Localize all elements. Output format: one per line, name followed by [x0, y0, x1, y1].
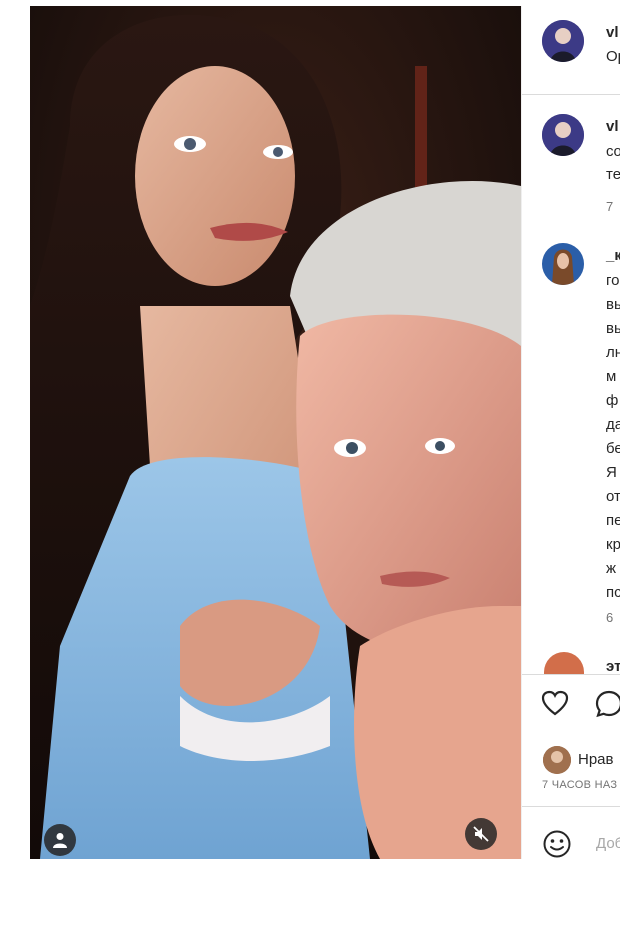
comment-text-line: да [606, 416, 620, 433]
comment-input[interactable]: Доб [596, 835, 620, 853]
comment-avatar[interactable] [542, 114, 584, 156]
comment-text-line: от [606, 488, 620, 505]
comment-text-line: пе [606, 512, 620, 529]
header-divider [522, 94, 620, 95]
comment-text-line: бе [606, 440, 620, 457]
avatar-image [543, 746, 571, 774]
comment-button[interactable] [595, 690, 620, 723]
comments-panel: vl Op vl co те 7 _к го вь вь лн м ф да б… [521, 6, 620, 859]
comment-text-line: те [606, 166, 620, 183]
comment-text-line: Я [606, 464, 617, 481]
comment-username[interactable]: _к [606, 247, 620, 265]
comment-avatar[interactable] [544, 652, 584, 674]
likes-text[interactable]: Нрав [578, 751, 614, 769]
avatar-image [542, 114, 584, 156]
comment-text-line: ф [606, 392, 619, 409]
photo-illustration [30, 6, 521, 859]
comment-text-line: вь [606, 320, 620, 337]
muted-speaker-icon [473, 826, 489, 842]
like-button[interactable] [541, 690, 569, 721]
comment-meta: 7 [606, 199, 614, 214]
comment-meta: 6 [606, 610, 614, 625]
comment-text-line: пс [606, 584, 620, 601]
smile-icon [543, 830, 571, 858]
comment-username[interactable]: vl [606, 118, 619, 136]
author-avatar[interactable] [542, 20, 584, 62]
comment-text-line: вь [606, 296, 620, 313]
post-timestamp[interactable]: 7 ЧАСОВ НАЗ [542, 776, 617, 794]
comment-text-line: м [606, 368, 617, 385]
comment-icon [595, 690, 620, 718]
author-username[interactable]: vl [606, 24, 619, 42]
comment-avatar[interactable] [542, 243, 584, 285]
person-tag-icon [53, 833, 67, 848]
actions-divider [522, 674, 620, 675]
emoji-button[interactable] [542, 829, 572, 859]
tag-people-button[interactable] [44, 824, 76, 856]
heart-icon [541, 690, 569, 716]
comment-text-line: co [606, 143, 620, 160]
comment-text-line: го [606, 272, 620, 289]
mute-button[interactable] [465, 818, 497, 850]
post-subtitle: Op [606, 48, 620, 65]
comment-input-divider [522, 806, 620, 807]
comment-text-line: ж [606, 560, 617, 577]
post-photo[interactable] [30, 6, 521, 859]
comment-text-line: лн [606, 344, 620, 361]
avatar-image [542, 243, 584, 285]
comment-text-line: кр [606, 536, 620, 553]
likes-avatar[interactable] [543, 746, 571, 774]
avatar-image [542, 20, 584, 62]
